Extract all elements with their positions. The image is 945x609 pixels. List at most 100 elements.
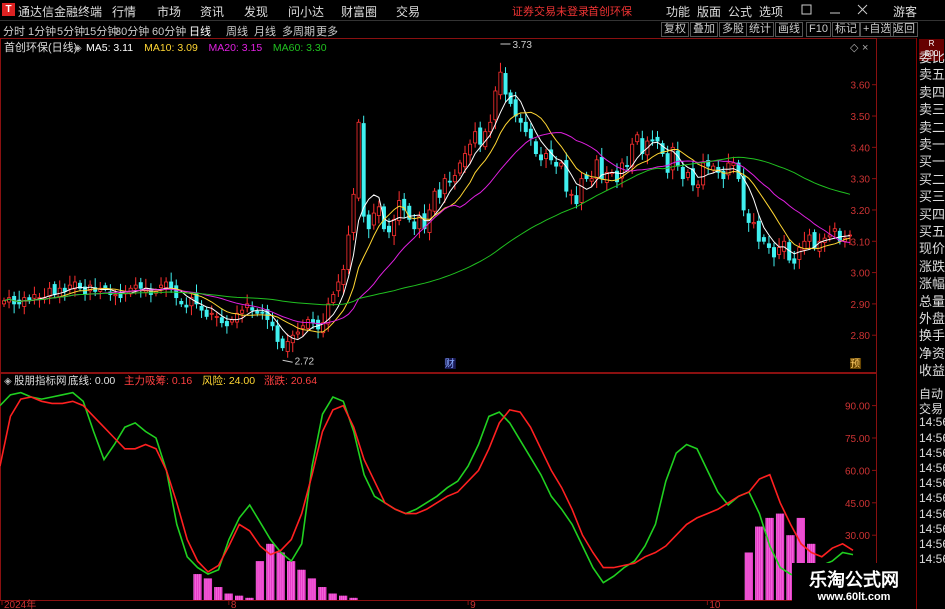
period-tab[interactable]: 月线	[254, 23, 276, 39]
quote-field-label: 买五	[919, 224, 945, 239]
toolbar-button[interactable]: 标记	[832, 22, 860, 37]
price-tick-label: 2.80	[851, 331, 871, 342]
toolbar-button[interactable]: 统计	[746, 22, 774, 37]
toolbar-button[interactable]: 复权	[661, 22, 689, 37]
candle-body	[316, 319, 321, 330]
candle-body	[655, 136, 660, 142]
candle-body	[305, 319, 310, 329]
menu-item[interactable]: 选项	[759, 3, 783, 20]
menu-item[interactable]: 财富圈	[341, 3, 377, 20]
candle-body	[437, 189, 442, 198]
price-tick-label: 3.00	[851, 269, 871, 280]
period-tab[interactable]: 1分钟	[28, 23, 56, 39]
tick-time: 14:56	[919, 461, 945, 475]
candle-body	[797, 247, 802, 260]
accumulation-bars	[193, 513, 826, 600]
candle-body	[559, 162, 564, 167]
candle-body	[164, 281, 169, 289]
period-tab[interactable]: 5分钟	[57, 23, 85, 39]
indicator-tick-label: 60.00	[845, 466, 870, 477]
candle-body	[300, 325, 305, 329]
restore-icon[interactable]	[801, 4, 812, 15]
guest-label[interactable]: 游客	[893, 3, 917, 20]
quote-field-label: 买二	[919, 171, 945, 187]
quote-field-label: 涨幅	[919, 276, 945, 292]
period-tab[interactable]: 多周期	[282, 23, 315, 39]
event-marker[interactable]: 财	[445, 357, 455, 370]
menu-item[interactable]: 交易	[396, 3, 420, 20]
toolbar-button[interactable]: F10	[806, 22, 831, 37]
chart-area[interactable]: 3.60 3.50 3.40 3.30 3.20 3.10 3.00 2.90 2.80 首创环保…	[0, 38, 916, 609]
candle-body	[533, 141, 538, 154]
watermark-url: www.60lt.com	[817, 591, 891, 603]
candle-body	[746, 213, 751, 223]
menu-item[interactable]: 行情	[112, 3, 136, 20]
candle-body	[214, 316, 219, 318]
candle-body	[528, 128, 533, 139]
candle-body	[761, 237, 766, 242]
period-tab[interactable]: 分时	[3, 23, 25, 39]
candle-body	[371, 212, 376, 226]
candle-body	[52, 284, 57, 295]
candle-body	[544, 153, 549, 160]
candle-body	[366, 214, 371, 230]
candle-body	[569, 193, 574, 196]
candle-body	[250, 307, 255, 311]
indicator-menu-icon[interactable]: ◈	[4, 376, 12, 387]
price-tick-label: 2.90	[851, 300, 871, 311]
menu-item[interactable]: 资讯	[200, 3, 224, 20]
tick-time: 14:56	[919, 476, 945, 491]
close-icon[interactable]	[857, 4, 868, 15]
quote-field-label: 换手	[919, 328, 945, 344]
menu-item[interactable]: 功能	[666, 3, 690, 20]
menu-item[interactable]: 版面	[697, 3, 721, 20]
candle-body	[579, 178, 584, 203]
candle-body	[538, 154, 543, 161]
candle-body	[594, 159, 599, 180]
candle-body	[503, 73, 508, 95]
candle-body	[331, 294, 336, 304]
quote-field-label: 卖三	[919, 102, 945, 118]
period-tab[interactable]: 30分钟	[115, 23, 149, 39]
candle-body	[447, 180, 452, 183]
menu-item[interactable]: 问小达	[288, 3, 324, 20]
price-tick-label: 3.10	[851, 237, 871, 248]
quote-field-label: 委比	[919, 50, 945, 65]
period-tab[interactable]: 60分钟	[152, 23, 186, 39]
toolbar-button[interactable]: 叠加	[690, 22, 718, 37]
period-tab[interactable]: 日线	[189, 23, 211, 39]
quote-field-label: 卖二	[919, 119, 945, 135]
candle-body	[311, 319, 316, 324]
candle-body	[650, 139, 655, 142]
watermark-logo: 乐淘公式网 www.60lt.com	[792, 563, 916, 609]
menu-item[interactable]: 公式	[728, 3, 752, 20]
chart-menu-icon[interactable]: ◈	[74, 43, 82, 54]
candle-body	[280, 338, 285, 349]
pane-options-icon[interactable]: ◇	[850, 42, 859, 54]
toolbar-button[interactable]: 画线	[775, 22, 803, 37]
pane-close-icon[interactable]: ×	[862, 42, 868, 54]
candle-body	[240, 309, 245, 314]
candle-body	[346, 234, 351, 270]
period-tab[interactable]: 更多	[316, 23, 338, 39]
extreme-label: 3.73	[512, 40, 532, 51]
candle-body	[478, 127, 483, 145]
candle-body	[199, 306, 204, 311]
candle-body	[766, 243, 771, 248]
candle-body	[351, 193, 356, 233]
candle-body	[209, 312, 214, 315]
menu-item[interactable]: 发现	[244, 3, 268, 20]
toolbar-button[interactable]: 多股	[719, 22, 747, 37]
login-notice[interactable]: 证券交易未登录	[512, 3, 589, 19]
indicator-tick-label: 75.00	[845, 434, 870, 445]
menu-item[interactable]: 市场	[157, 3, 181, 20]
toolbar-button[interactable]: 返回	[890, 22, 918, 37]
indicator-legend-item: 主力吸筹: 0.16	[124, 374, 192, 387]
app-logo-icon: T	[2, 3, 15, 16]
quote-field-label: 外盘	[919, 311, 945, 326]
event-marker[interactable]: 预	[850, 358, 860, 370]
candle-body	[589, 178, 594, 182]
x-tick-label: 10	[709, 600, 721, 609]
period-tab[interactable]: 15分钟	[84, 23, 118, 39]
period-tab[interactable]: 周线	[226, 23, 248, 39]
